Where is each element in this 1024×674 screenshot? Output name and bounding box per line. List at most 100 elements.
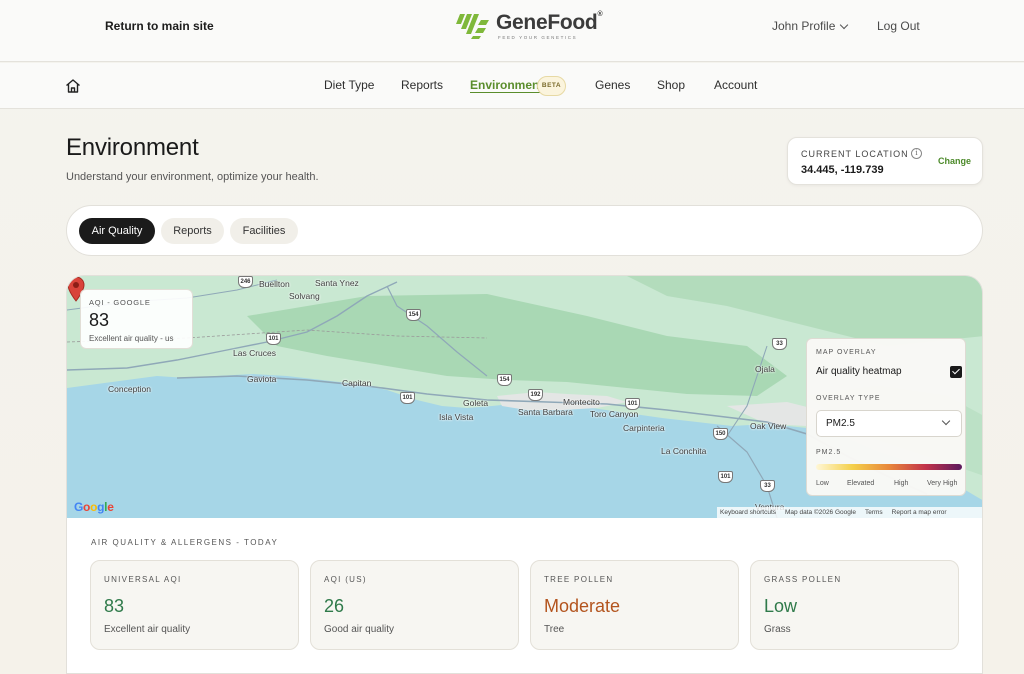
map-place-label: Oak View — [750, 421, 787, 431]
legend-scale-label: Very High — [927, 480, 958, 487]
highway-shield: 101 — [718, 471, 733, 483]
map-data-text: Map data ©2026 Google — [785, 509, 856, 516]
map-place-label: Solvang — [289, 291, 320, 301]
current-location-card: CURRENT LOCATION i 34.445, -119.739 Chan… — [787, 137, 983, 185]
map-place-label: Ojala — [755, 364, 775, 374]
highway-shield: 192 — [528, 389, 543, 401]
top-bar: Return to main site GeneFood® FEED YOUR … — [0, 0, 1024, 62]
map-place-label: Gaviota — [247, 374, 277, 384]
tab-bar: Air Quality Reports Facilities — [66, 205, 983, 256]
environment-panel: Buellton Santa Ynez Solvang Las Cruces G… — [66, 275, 983, 674]
highway-shield: 101 — [400, 392, 415, 404]
tab-reports[interactable]: Reports — [161, 218, 224, 244]
map-place-label: Capitan — [342, 378, 372, 388]
nav-diet-type[interactable]: Diet Type — [324, 78, 374, 92]
genefood-logo-icon — [456, 14, 489, 39]
overlay-type-label: OVERLAY TYPE — [816, 395, 881, 402]
stat-value: Moderate — [544, 596, 621, 616]
tab-facilities[interactable]: Facilities — [230, 218, 298, 244]
map-overlay-panel: MAP OVERLAY Air quality heatmap OVERLAY … — [806, 338, 966, 496]
google-logo: Google — [74, 500, 114, 514]
stat-card-aqi-us: AQI (US) 26 Good air quality — [310, 560, 519, 650]
legend-scale-label: Low — [816, 480, 829, 487]
map-place-label: Buellton — [259, 279, 290, 289]
map-place-label: Santa Barbara — [518, 407, 573, 417]
stat-card-grass-pollen: GRASS POLLEN Low Grass — [750, 560, 959, 650]
map-place-label: Santa Ynez — [315, 278, 359, 288]
brand-tagline: FEED YOUR GENETICS — [498, 35, 578, 40]
tab-air-quality[interactable]: Air Quality — [79, 218, 155, 244]
map-place-label: Conception — [108, 384, 152, 394]
legend-scale-label: Elevated — [847, 480, 875, 487]
highway-shield: 33 — [772, 338, 787, 350]
stat-label: UNIVERSAL AQI — [104, 575, 182, 584]
genefood-logo[interactable]: GeneFood® FEED YOUR GENETICS — [456, 10, 606, 42]
section-heading: AIR QUALITY & ALLERGENS - TODAY — [91, 538, 279, 547]
return-to-main-site-link[interactable]: Return to main site — [105, 19, 214, 33]
profile-menu[interactable]: John Profile — [772, 19, 849, 33]
info-icon[interactable]: i — [911, 148, 922, 159]
keyboard-shortcuts-link[interactable]: Keyboard shortcuts — [720, 509, 776, 516]
stat-label: TREE POLLEN — [544, 575, 614, 584]
aqi-badge-value: 83 — [89, 310, 110, 330]
stat-description: Grass — [764, 624, 791, 635]
stat-value: 83 — [104, 596, 125, 616]
map-place-label: Las Cruces — [233, 348, 276, 358]
change-location-button[interactable]: Change — [938, 156, 971, 166]
location-coordinates: 34.445, -119.739 — [801, 164, 884, 176]
chevron-down-icon — [941, 416, 951, 426]
highway-shield: 154 — [497, 374, 512, 386]
home-icon[interactable] — [64, 77, 82, 95]
logout-link[interactable]: Log Out — [877, 19, 920, 33]
legend-label: PM2.5 — [816, 449, 842, 456]
main-nav: Diet Type Reports Environment BETA Genes… — [0, 63, 1024, 109]
nav-account[interactable]: Account — [714, 78, 757, 92]
highway-shield: 33 — [760, 480, 775, 492]
page-subtitle: Understand your environment, optimize yo… — [66, 171, 319, 183]
map-place-label: Isla Vista — [439, 412, 474, 422]
report-map-error-link[interactable]: Report a map error — [892, 509, 947, 516]
nav-environment[interactable]: Environment — [470, 78, 543, 92]
map-place-label: La Conchita — [661, 446, 707, 456]
map-place-label: Carpinteria — [623, 423, 665, 433]
legend-scale-label: High — [894, 480, 909, 487]
nav-reports[interactable]: Reports — [401, 78, 443, 92]
map-place-label: Goleta — [463, 398, 489, 408]
highway-shield: 101 — [625, 398, 640, 410]
stat-value: 26 — [324, 596, 345, 616]
overlay-title: MAP OVERLAY — [816, 349, 877, 356]
profile-name: John Profile — [772, 19, 836, 33]
stat-card-universal-aqi: UNIVERSAL AQI 83 Excellent air quality — [90, 560, 299, 650]
stat-value: Low — [764, 596, 798, 616]
map-attribution: Keyboard shortcuts Map data ©2026 Google… — [717, 507, 982, 518]
overlay-type-select[interactable]: PM2.5 — [816, 410, 962, 437]
aqi-badge-label: AQI - GOOGLE — [89, 298, 151, 307]
aqi-badge: AQI - GOOGLE 83 Excellent air quality - … — [80, 289, 193, 349]
highway-shield: 246 — [238, 276, 253, 288]
highway-shield: 154 — [406, 309, 421, 321]
stat-label: AQI (US) — [324, 575, 367, 584]
nav-genes[interactable]: Genes — [595, 78, 630, 92]
air-quality-map[interactable]: Buellton Santa Ynez Solvang Las Cruces G… — [67, 276, 982, 518]
stat-description: Good air quality — [324, 624, 395, 635]
chevron-down-icon — [840, 20, 849, 29]
map-place-label: Montecito — [563, 397, 600, 407]
heatmap-toggle-label: Air quality heatmap — [816, 366, 902, 377]
stat-description: Excellent air quality — [104, 624, 191, 635]
beta-badge: BETA — [537, 76, 566, 96]
nav-shop[interactable]: Shop — [657, 78, 685, 92]
page-title: Environment — [66, 134, 199, 161]
map-place-label: Toro Canyon — [590, 409, 639, 419]
terms-link[interactable]: Terms — [865, 509, 883, 516]
brand-name: GeneFood® — [496, 11, 603, 34]
highway-shield: 150 — [713, 428, 728, 440]
highway-shield: 101 — [266, 333, 281, 345]
overlay-type-value: PM2.5 — [826, 418, 855, 429]
heatmap-legend-gradient — [816, 464, 962, 470]
location-label: CURRENT LOCATION — [801, 149, 909, 159]
stat-label: GRASS POLLEN — [764, 575, 842, 584]
stat-card-tree-pollen: TREE POLLEN Moderate Tree — [530, 560, 739, 650]
aqi-badge-description: Excellent air quality - us — [89, 334, 174, 343]
heatmap-checkbox[interactable] — [950, 366, 962, 378]
stat-description: Tree — [544, 624, 565, 635]
